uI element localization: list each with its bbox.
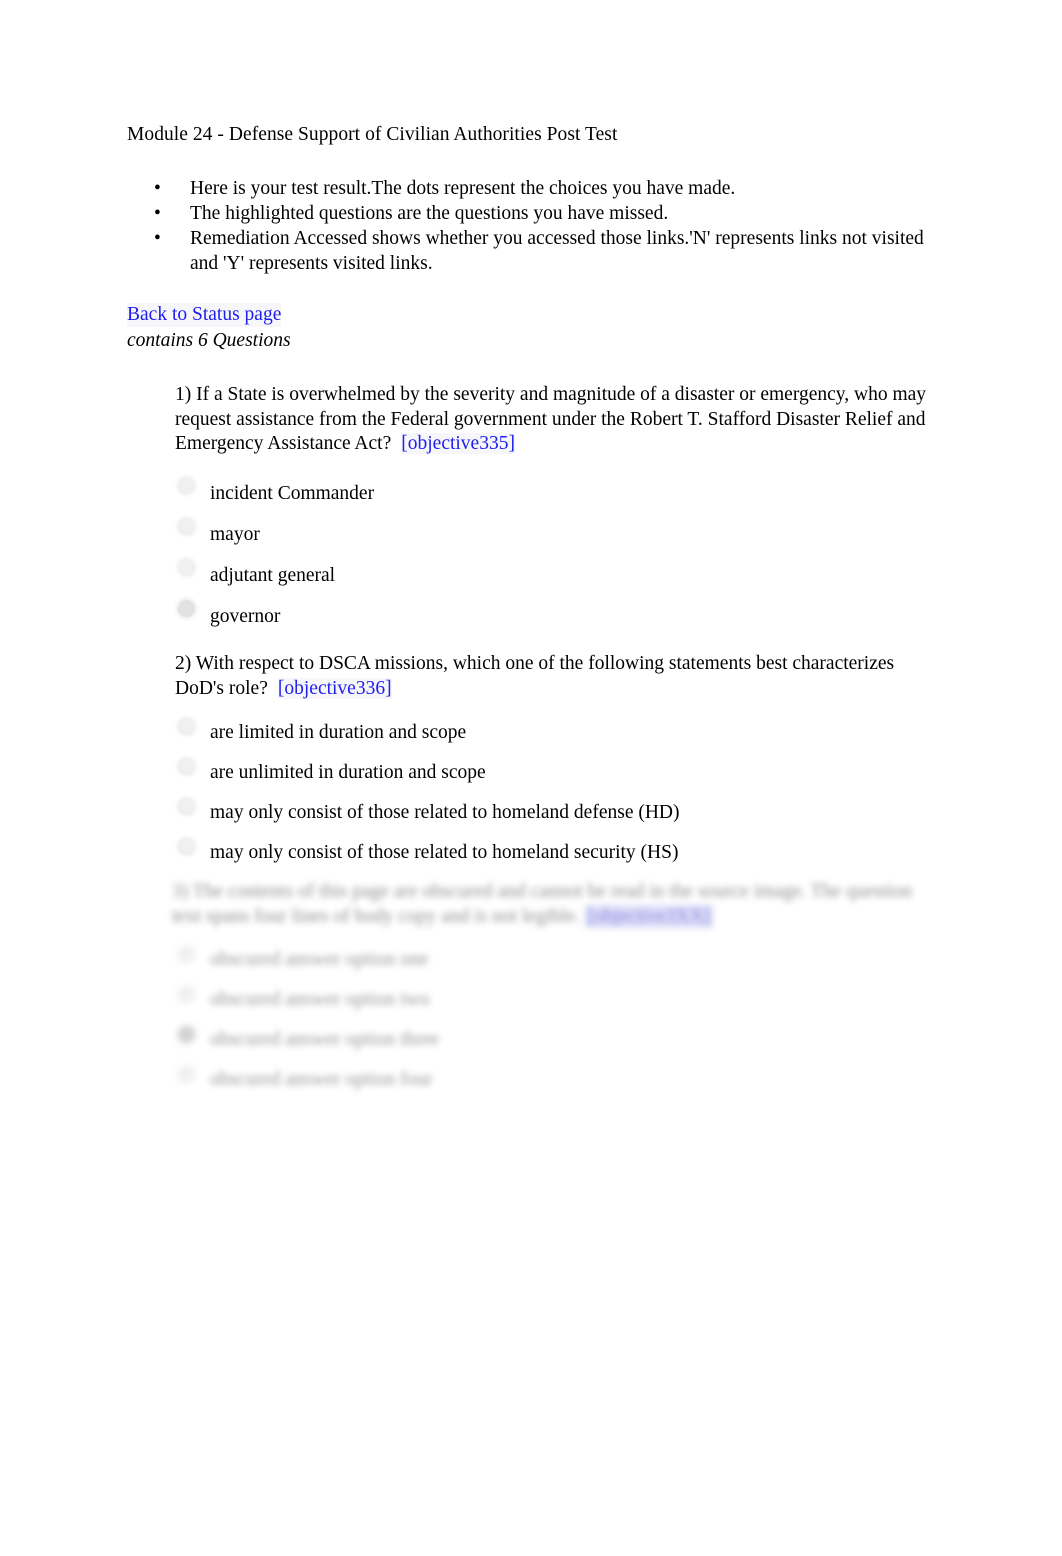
question-text-3: 3) The contents of this page are obscure… [172,880,932,929]
radio-dot-icon[interactable] [178,798,195,816]
answer-label: are limited in duration and scope [210,722,467,744]
answer-label: may only consist of those related to hom… [210,802,680,824]
radio-dot-icon[interactable] [178,558,195,576]
objective-link-2[interactable]: [objective336] [277,677,392,699]
radio-dot-icon[interactable] [178,838,195,856]
answer-list-3: obscured answer option one obscured answ… [172,943,932,1103]
radio-dot-icon[interactable] [178,517,195,535]
answer-label: are unlimited in duration and scope [210,762,486,784]
list-item-label: Here is your test result.The dots repres… [190,178,736,199]
answer-option[interactable]: may only consist of those related to hom… [175,796,930,836]
question-text-1: 1) If a State is overwhelmed by the seve… [175,383,930,457]
question-prompt: 1) If a State is overwhelmed by the seve… [175,384,927,455]
answer-option[interactable]: are limited in duration and scope [175,716,930,756]
answer-option[interactable]: may only consist of those related to hom… [175,836,930,876]
answer-label: adjutant general [210,564,336,586]
radio-dot-icon[interactable] [178,986,195,1004]
page-title: Module 24 - Defense Support of Civilian … [127,124,618,145]
answer-option[interactable]: incident Commander [175,475,930,516]
question-block-2: 2) With respect to DSCA missions, which … [175,652,930,876]
answer-label: may only consist of those related to hom… [210,842,679,864]
radio-dot-icon[interactable] [178,758,195,776]
answer-label: governor [210,605,281,627]
question-count-label: contains 6 Questions [127,330,291,351]
answer-option-selected[interactable]: obscured answer option three [172,1023,932,1063]
radio-dot-icon[interactable] [178,476,195,494]
answer-option[interactable]: adjutant general [175,557,930,598]
answer-option[interactable]: obscured answer option two [172,983,932,1023]
answer-label: obscured answer option one [210,949,429,971]
radio-dot-icon[interactable] [178,718,195,736]
answer-list-1: incident Commander mayor adjutant genera… [175,475,930,639]
back-to-status-page-link[interactable]: Back to Status page [127,303,282,327]
answer-label: obscured answer option three [210,1029,440,1051]
question-block-1: 1) If a State is overwhelmed by the seve… [175,383,930,639]
question-prompt: 3) The contents of this page are obscure… [172,881,913,927]
list-item: • Here is your test result.The dots repr… [152,177,942,202]
list-item: • The highlighted questions are the ques… [152,202,942,227]
answer-option[interactable]: obscured answer option one [172,943,932,983]
list-item-label: Remediation Accessed shows whether you a… [190,228,924,274]
answer-option-selected[interactable]: governor [175,598,930,639]
test-results-page: Module 24 - Defense Support of Civilian … [0,0,1062,1556]
answer-list-2: are limited in duration and scope are un… [175,716,930,876]
answer-option[interactable]: obscured answer option four [172,1063,932,1103]
list-item: • Remediation Accessed shows whether you… [152,227,942,276]
objective-link-3[interactable]: [objective3XX] [584,904,714,928]
bullet-icon: • [154,203,161,225]
answer-label: incident Commander [210,482,375,504]
answer-label: mayor [210,523,260,545]
radio-dot-icon[interactable] [178,946,195,964]
intro-instruction-list: • Here is your test result.The dots repr… [152,177,942,277]
bullet-icon: • [154,228,161,250]
answer-label: obscured answer option two [210,989,430,1011]
list-item-label: The highlighted questions are the questi… [190,203,669,225]
answer-option[interactable]: mayor [175,516,930,557]
answer-option[interactable]: are unlimited in duration and scope [175,756,930,796]
question-text-2: 2) With respect to DSCA missions, which … [175,652,930,701]
answer-label: obscured answer option four [210,1069,433,1091]
objective-link-1[interactable]: [objective335] [401,433,515,455]
radio-dot-selected-icon[interactable] [178,1026,195,1044]
radio-dot-icon[interactable] [178,1066,195,1084]
radio-dot-selected-icon[interactable] [178,599,195,617]
question-block-3-obscured: 3) The contents of this page are obscure… [172,880,932,1103]
bullet-icon: • [154,178,161,199]
